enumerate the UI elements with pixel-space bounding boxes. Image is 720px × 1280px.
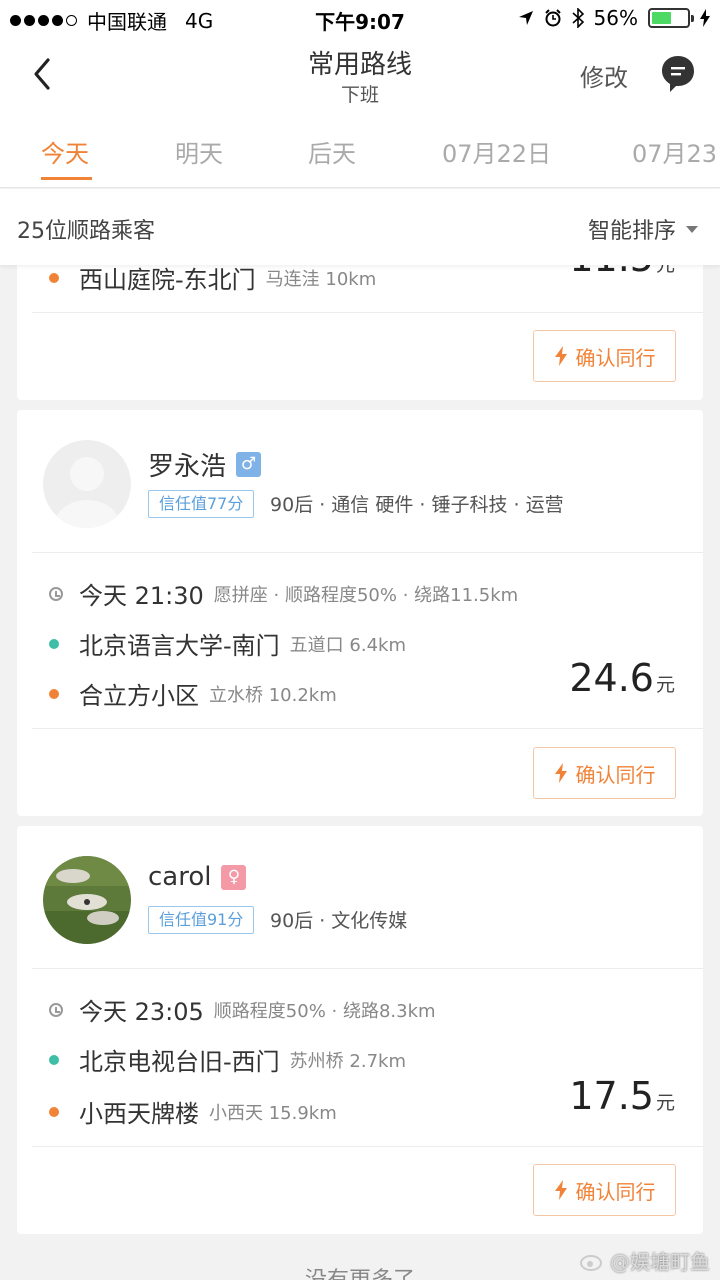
- origin-area: 苏州桥 2.7km: [289, 1050, 406, 1072]
- destination-row: 合立方小区 立水桥 10.2km: [49, 676, 337, 711]
- filter-bar: 25位顺路乘客 智能排序: [0, 189, 720, 265]
- price-value: 17.5: [569, 1074, 654, 1118]
- battery-percent: 56%: [593, 6, 638, 30]
- divider: [32, 1146, 703, 1147]
- trust-score-badge: 信任值91分: [148, 906, 255, 934]
- tab-0722[interactable]: 07月22日: [442, 134, 551, 169]
- avatar[interactable]: [43, 856, 131, 944]
- confirm-label: 确认同行: [575, 1179, 656, 1204]
- price-unit: 元: [655, 1092, 675, 1114]
- divider: [32, 552, 703, 553]
- confirm-ride-button[interactable]: 确认同行: [533, 1164, 676, 1216]
- lightning-icon: [554, 763, 567, 783]
- message-bubble-icon[interactable]: [660, 54, 696, 94]
- watermark: @娱塘町鱼: [580, 1246, 710, 1275]
- price: 24.6 元: [569, 656, 675, 700]
- lightning-icon: [554, 1180, 567, 1200]
- passenger-count: 25位顺路乘客: [17, 219, 155, 244]
- tab-tomorrow[interactable]: 明天: [175, 134, 223, 169]
- female-gender-icon: ♀: [221, 864, 247, 890]
- location-arrow-icon: [518, 11, 533, 25]
- nav-bar: 常用路线 下班 修改: [0, 36, 720, 120]
- destination-area: 马连洼 10km: [265, 268, 377, 290]
- passenger-name: carol: [148, 862, 212, 892]
- tab-today[interactable]: 今天: [41, 134, 89, 169]
- divider: [32, 728, 703, 729]
- price-unit: 元: [655, 674, 675, 696]
- passenger-name-row: 罗永浩 ♂: [148, 446, 262, 483]
- destination-name: 合立方小区: [79, 682, 199, 710]
- confirm-ride-button[interactable]: 确认同行: [533, 747, 676, 799]
- passenger-tags: 90后 · 文化传媒: [270, 910, 408, 932]
- origin-dot-icon: [49, 1054, 59, 1065]
- passenger-tags: 90后 · 通信 硬件 · 锤子科技 · 运营: [270, 494, 564, 516]
- date-tabs: 今天 明天 后天 07月22日 07月23日: [0, 120, 720, 188]
- ride-details: 愿拼座 · 顺路程度50% · 绕路11.5km: [213, 584, 519, 606]
- tab-0723[interactable]: 07月23日: [632, 134, 720, 169]
- male-gender-icon: ♂: [236, 452, 262, 477]
- time-row: 今天 23:05 顺路程度50% · 绕路8.3km: [49, 992, 436, 1027]
- watermark-text: @娱塘町鱼: [610, 1250, 710, 1274]
- avatar[interactable]: [43, 440, 131, 528]
- sort-label: 智能排序: [587, 219, 676, 244]
- destination-name: 西山庭院-东北门: [79, 266, 256, 294]
- confirm-label: 确认同行: [575, 762, 656, 787]
- divider: [32, 312, 703, 313]
- tab-day-after[interactable]: 后天: [308, 134, 356, 169]
- origin-name: 北京电视台旧-西门: [79, 1048, 280, 1076]
- passenger-name-row: carol ♀: [148, 862, 247, 892]
- destination-area: 立水桥 10.2km: [209, 684, 337, 706]
- destination-area: 小西天 15.9km: [209, 1102, 337, 1124]
- bluetooth-icon: [572, 8, 584, 28]
- caret-down-icon: [686, 225, 698, 233]
- trust-score-badge: 信任值77分: [148, 490, 255, 518]
- price: 17.5 元: [569, 1074, 675, 1118]
- destination-dot-icon: [49, 688, 59, 699]
- sort-dropdown[interactable]: 智能排序: [588, 213, 698, 245]
- clock-icon: [49, 1002, 63, 1017]
- origin-dot-icon: [49, 638, 59, 649]
- active-tab-indicator: [41, 177, 92, 180]
- destination-name: 小西天牌楼: [79, 1100, 199, 1128]
- origin-row: 北京语言大学-南门 五道口 6.4km: [49, 626, 406, 661]
- origin-area: 五道口 6.4km: [289, 634, 406, 656]
- destination-dot-icon: [49, 272, 59, 283]
- origin-row: 北京电视台旧-西门 苏州桥 2.7km: [49, 1042, 406, 1077]
- departure-time: 今天 23:05: [79, 998, 204, 1026]
- destination-row: 西山庭院-东北门 马连洼 10km: [49, 260, 376, 295]
- destination-dot-icon: [49, 1106, 59, 1117]
- weibo-logo-icon: [580, 1254, 602, 1271]
- edit-button[interactable]: 修改: [580, 58, 628, 93]
- origin-name: 北京语言大学-南门: [79, 632, 280, 660]
- price-value: 24.6: [569, 656, 654, 700]
- charging-bolt-icon: [700, 9, 710, 27]
- destination-row: 小西天牌楼 小西天 15.9km: [49, 1094, 337, 1129]
- ride-details: 顺路程度50% · 绕路8.3km: [213, 1000, 436, 1022]
- passenger-name: 罗永浩: [148, 452, 227, 482]
- departure-time: 今天 21:30: [79, 582, 204, 610]
- clock-icon: [49, 586, 63, 601]
- passenger-card: 罗永浩 ♂ 信任值77分 90后 · 通信 硬件 · 锤子科技 · 运营 今天 …: [17, 410, 703, 816]
- status-bar: 中国联通 4G 下午9:07 56%: [0, 0, 720, 36]
- confirm-ride-button[interactable]: 确认同行: [533, 330, 676, 382]
- lightning-icon: [554, 346, 567, 366]
- confirm-label: 确认同行: [575, 345, 656, 370]
- divider: [32, 968, 703, 969]
- alarm-clock-icon: [544, 9, 561, 27]
- battery-icon: [648, 8, 694, 28]
- passenger-card: carol ♀ 信任值91分 90后 · 文化传媒 今天 23:05 顺路程度5…: [17, 826, 703, 1234]
- time-row: 今天 21:30 愿拼座 · 顺路程度50% · 绕路11.5km: [49, 576, 518, 611]
